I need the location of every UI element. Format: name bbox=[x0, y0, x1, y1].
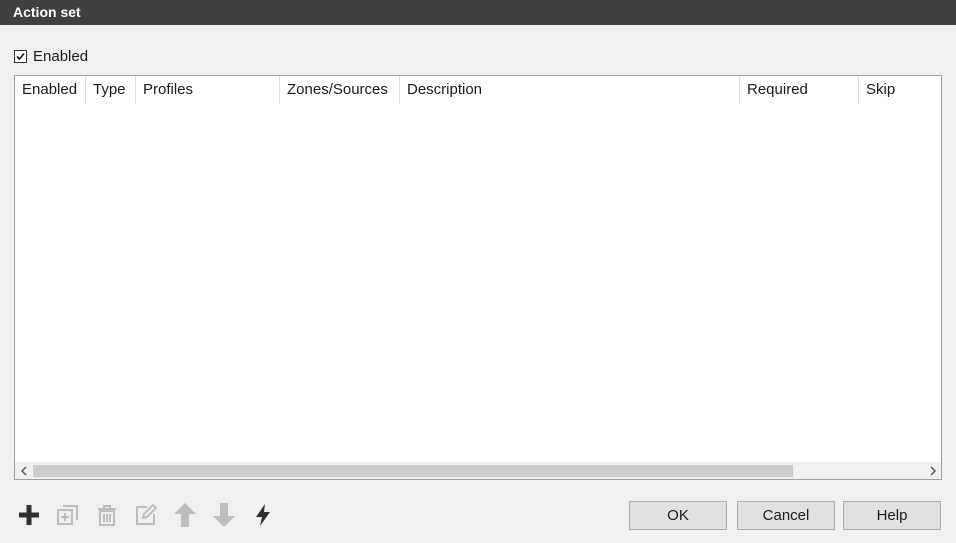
move-up-icon[interactable] bbox=[170, 500, 200, 530]
cancel-button[interactable]: Cancel bbox=[737, 501, 835, 530]
column-header-zones-sources[interactable]: Zones/Sources bbox=[280, 76, 400, 104]
ok-button[interactable]: OK bbox=[629, 501, 727, 530]
action-toolbar bbox=[14, 500, 287, 532]
column-header-description[interactable]: Description bbox=[400, 76, 740, 104]
enabled-label: Enabled bbox=[33, 47, 89, 65]
horizontal-scrollbar[interactable] bbox=[15, 462, 941, 479]
scroll-right-icon[interactable] bbox=[924, 462, 941, 479]
delete-icon[interactable] bbox=[92, 500, 122, 530]
window-title: Action set bbox=[0, 0, 956, 25]
duplicate-icon[interactable] bbox=[53, 500, 83, 530]
move-down-icon[interactable] bbox=[209, 500, 239, 530]
column-header-profiles[interactable]: Profiles bbox=[136, 76, 280, 104]
enabled-checkbox-row[interactable]: Enabled bbox=[14, 46, 88, 66]
run-icon[interactable] bbox=[248, 500, 278, 530]
scrollbar-thumb[interactable] bbox=[33, 465, 793, 477]
enabled-checkbox[interactable] bbox=[14, 49, 27, 63]
column-header-enabled[interactable]: Enabled bbox=[15, 76, 86, 104]
help-button[interactable]: Help bbox=[843, 501, 941, 530]
table-header: Enabled Type Profiles Zones/Sources Desc… bbox=[15, 76, 941, 104]
column-header-type[interactable]: Type bbox=[86, 76, 136, 104]
add-icon[interactable] bbox=[14, 500, 44, 530]
edit-icon[interactable] bbox=[131, 500, 161, 530]
scroll-left-icon[interactable] bbox=[15, 462, 32, 479]
actions-table[interactable]: Enabled Type Profiles Zones/Sources Desc… bbox=[14, 75, 942, 480]
column-header-required[interactable]: Required bbox=[740, 76, 859, 104]
checkmark-icon bbox=[16, 52, 25, 60]
column-header-skip[interactable]: Skip bbox=[859, 76, 941, 104]
